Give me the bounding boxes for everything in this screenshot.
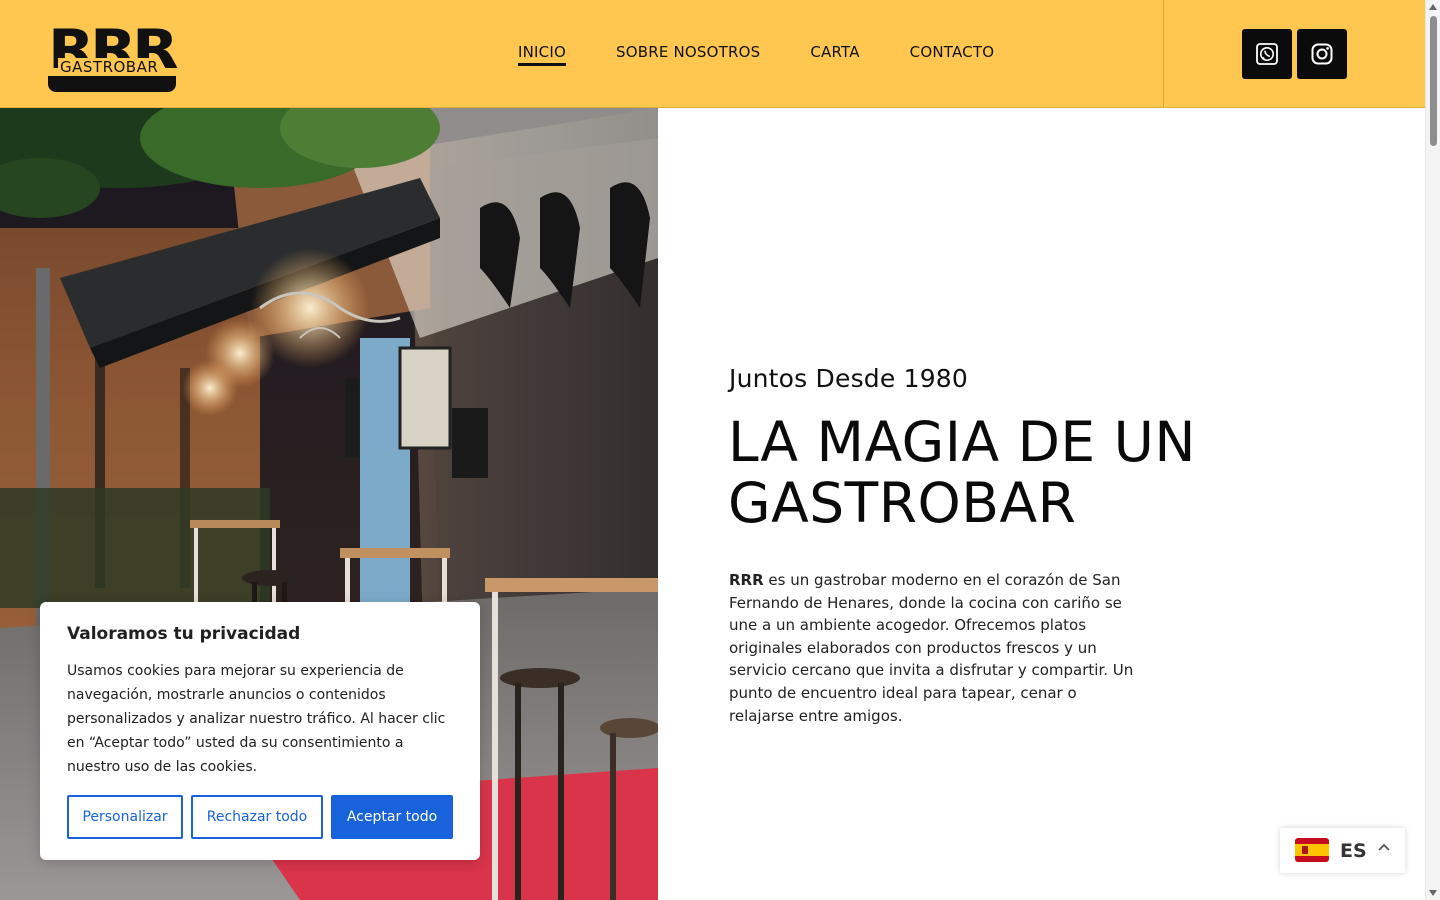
logo-subtitle: GASTROBAR [58, 58, 161, 76]
reject-all-button[interactable]: Rechazar todo [191, 795, 323, 839]
logo-base-bar [48, 76, 176, 92]
instagram-button[interactable] [1297, 29, 1347, 79]
nav-item-carta[interactable]: CARTA [810, 43, 859, 66]
brand-name-strong: RRR [729, 571, 764, 589]
spain-flag-icon [1295, 838, 1329, 862]
nav-item-inicio[interactable]: INICIO [518, 43, 566, 66]
chevron-up-icon [1378, 843, 1390, 851]
whatsapp-button[interactable] [1242, 29, 1292, 79]
site-header: RRR GASTROBAR INICIO SOBRE NOSOTROS CART… [0, 0, 1425, 108]
cookie-title: Valoramos tu privacidad [67, 624, 301, 644]
main-nav: INICIO SOBRE NOSOTROS CARTA CONTACTO [518, 43, 994, 66]
page-scrollbar[interactable] [1425, 0, 1440, 900]
nav-item-sobre-nosotros[interactable]: SOBRE NOSOTROS [616, 43, 760, 66]
headline-line-2: GASTROBAR [728, 471, 1077, 535]
hero-eyebrow: Juntos Desde 1980 [729, 364, 969, 393]
instagram-icon [1311, 43, 1333, 65]
scrollbar-thumb[interactable] [1430, 16, 1437, 146]
cookie-text: Usamos cookies para mejorar su experienc… [67, 663, 446, 775]
hero-headline: LA MAGIA DE UN GASTROBAR [728, 412, 1288, 534]
scroll-down-arrow-icon[interactable] [1429, 890, 1437, 896]
scroll-up-arrow-icon[interactable] [1429, 4, 1437, 10]
hero-description-text: es un gastrobar moderno en el corazón de… [729, 571, 1134, 725]
nav-item-contacto[interactable]: CONTACTO [910, 43, 995, 66]
headline-line-1: LA MAGIA DE UN [728, 410, 1197, 474]
hero-description: RRR es un gastrobar moderno en el corazó… [729, 569, 1139, 727]
cookie-banner: Valoramos tu privacidad Usamos cookies p… [40, 602, 480, 860]
accept-all-button[interactable]: Aceptar todo [331, 795, 453, 839]
whatsapp-icon [1256, 43, 1278, 65]
site-logo[interactable]: RRR GASTROBAR [48, 20, 179, 94]
language-switcher[interactable]: ES [1280, 828, 1405, 873]
language-code: ES [1340, 840, 1367, 862]
header-divider [1163, 0, 1164, 108]
customize-button[interactable]: Personalizar [67, 795, 183, 839]
